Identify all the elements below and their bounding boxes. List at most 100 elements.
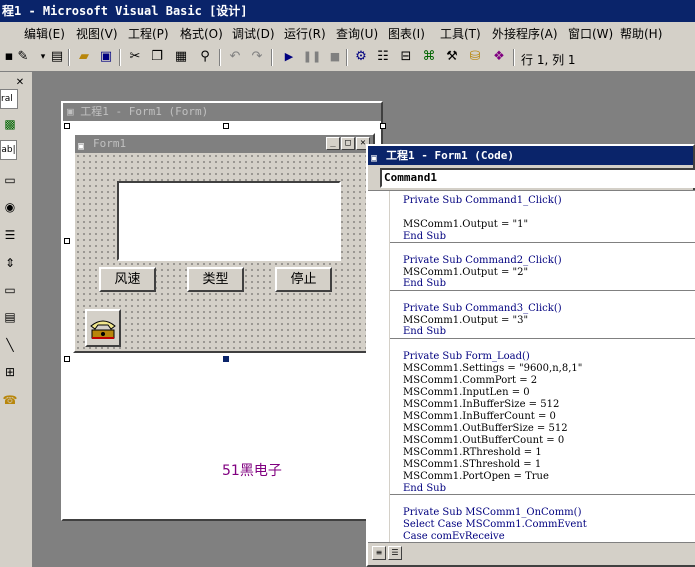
selection-handle[interactable] [64, 123, 70, 129]
mscomm-tool-icon[interactable]: ☎ [0, 390, 20, 410]
code-window-icon: ▣ [371, 153, 378, 164]
menu-edit[interactable]: 编辑(E) [24, 25, 65, 42]
listbox-icon[interactable]: ☰ [0, 225, 20, 245]
code-line: Private Sub Command3_Click() [403, 303, 562, 314]
code-line: End Sub [403, 326, 447, 337]
redo-icon[interactable]: ↷ [248, 48, 266, 66]
paste-icon[interactable]: ▦ [172, 48, 190, 66]
code-line: Private Sub Command2_Click() [403, 255, 562, 266]
form-designer-title: 工程1 - Form1 (Form) [80, 105, 209, 118]
toolbox-icon[interactable]: ⚒ [443, 48, 461, 66]
break-icon[interactable]: ❚❚ [303, 48, 321, 66]
minimize-button[interactable]: _ [326, 137, 340, 150]
menu-add-ins[interactable]: 外接程序(A) [492, 25, 558, 42]
form1-client-area: 风速 类型 停止 [75, 153, 373, 351]
toolbar-separator [119, 49, 121, 66]
toolbar-separator [68, 49, 70, 66]
menu-editor-icon[interactable]: ✎ [14, 48, 32, 66]
maximize-button[interactable]: □ [341, 137, 355, 150]
resize-handle[interactable] [223, 356, 229, 362]
code-line: End Sub [403, 231, 447, 242]
form-designer-title-bar: ▣ 工程1 - Form1 (Form) [63, 103, 381, 121]
code-margin [368, 191, 390, 542]
end-icon[interactable]: ■ [326, 48, 344, 66]
menu-view[interactable]: 视图(V) [76, 25, 118, 42]
data-view-icon[interactable]: ⛁ [466, 48, 484, 66]
code-line: MSComm1.InputLen = 0 [403, 387, 530, 398]
procedure-block: Private Sub Command2_Click() MSComm1.Out… [390, 243, 695, 291]
command3-button[interactable]: 停止 [275, 267, 332, 292]
copy-icon[interactable]: ❐ [148, 48, 166, 66]
new-form-icon[interactable]: ▤ [48, 48, 66, 66]
text1-textbox[interactable] [117, 181, 341, 261]
mscomm1-control[interactable] [85, 309, 121, 347]
menu-query[interactable]: 查询(U) [336, 25, 378, 42]
form1-window[interactable]: ▣ Form1 _ □ ✕ 风速 类型 停止 [73, 133, 375, 353]
code-line: MSComm1.OutBufferCount = 0 [403, 435, 565, 446]
drive-list-icon[interactable]: ▭ [0, 280, 20, 300]
code-line: End Sub [403, 278, 447, 289]
code-line: Private Sub Form_Load() [403, 351, 530, 362]
menu-debug[interactable]: 调试(D) [232, 25, 275, 42]
undo-icon[interactable]: ↶ [226, 48, 244, 66]
toolbar-separator [513, 49, 515, 66]
line-icon[interactable]: ╲ [0, 335, 20, 355]
toolbox-panel: ✕ ral ▩ ab| ▭ ◉ ☰ ⇕ ▭ ▤ ╲ ⊞ ☎ [0, 72, 33, 567]
toolbar-separator [219, 49, 221, 66]
properties-icon[interactable]: ☷ [374, 48, 392, 66]
selection-handle[interactable] [64, 238, 70, 244]
project-explorer-icon[interactable]: ⚙ [352, 48, 370, 66]
picture-box-icon[interactable]: ▩ [0, 114, 20, 134]
cut-icon[interactable]: ✂ [126, 48, 144, 66]
procedure-block: Private Sub MSComm1_OnComm() Select Case… [390, 495, 695, 542]
data-icon[interactable]: ⊞ [0, 362, 20, 382]
menu-format[interactable]: 格式(O) [180, 25, 223, 42]
toolbox-general-tab[interactable]: ral [0, 89, 18, 109]
code-line: Select Case MSComm1.CommEvent [403, 519, 587, 530]
vscroll-icon[interactable]: ⇕ [0, 253, 20, 273]
toolbar-separator [271, 49, 273, 66]
menu-diagram[interactable]: 图表(I) [388, 25, 425, 42]
object-dropdown[interactable]: Command1 [380, 168, 695, 188]
menu-help[interactable]: 帮助(H) [620, 25, 662, 42]
standard-toolbar: ▪ ✎ ▾ ▤ ▰ ▣ ✂ ❐ ▦ ⚲ ↶ ↷ ▶ ❚❚ ■ ⚙ ☷ ⊟ ⌘ ⚒… [0, 44, 695, 72]
code-line: MSComm1.SThreshold = 1 [403, 459, 542, 470]
app-title-bar: 程1 - Microsoft Visual Basic [设计] [0, 0, 695, 22]
code-editor[interactable]: Private Sub Command1_Click() MSComm1.Out… [368, 190, 695, 542]
option-button-icon[interactable]: ◉ [0, 197, 20, 217]
full-module-view-icon[interactable]: ☰ [388, 546, 402, 560]
telephone-icon [90, 320, 116, 339]
watermark-text: 51黑电子 [222, 463, 282, 479]
code-line: MSComm1.InBufferCount = 0 [403, 411, 556, 422]
selection-handle[interactable] [223, 123, 229, 129]
start-icon[interactable]: ▶ [280, 48, 298, 66]
code-line: MSComm1.PortOpen = True [403, 471, 549, 482]
command1-button[interactable]: 风速 [99, 267, 156, 292]
procedure-view-icon[interactable]: ≡ [372, 546, 386, 560]
menu-project[interactable]: 工程(P) [128, 25, 169, 42]
code-line: MSComm1.CommPort = 2 [403, 375, 538, 386]
menu-tools[interactable]: 工具(T) [440, 25, 481, 42]
file-list-icon[interactable]: ▤ [0, 307, 20, 327]
menu-window[interactable]: 窗口(W) [568, 25, 613, 42]
procedure-block: Private Sub Command1_Click() MSComm1.Out… [390, 191, 695, 243]
open-icon[interactable]: ▰ [75, 48, 93, 66]
find-icon[interactable]: ⚲ [196, 48, 214, 66]
command2-button[interactable]: 类型 [187, 267, 244, 292]
selection-handle[interactable] [380, 123, 386, 129]
textbox-tool-icon[interactable]: ab| [0, 140, 17, 160]
app-title: 程1 - Microsoft Visual Basic [设计] [2, 4, 248, 18]
save-icon[interactable]: ▣ [97, 48, 115, 66]
menu-bar: 编辑(E) 视图(V) 工程(P) 格式(O) 调试(D) 运行(R) 查询(U… [0, 22, 695, 44]
component-manager-icon[interactable]: ❖ [490, 48, 508, 66]
code-window[interactable]: ▣ 工程1 - Form1 (Code) Command1 Private Su… [366, 144, 695, 567]
object-browser-icon[interactable]: ⌘ [420, 48, 438, 66]
form-designer-window[interactable]: ▣ 工程1 - Form1 (Form) ▣ Form1 _ □ ✕ 风速 类型… [61, 101, 383, 521]
code-line: Case comEvReceive [403, 531, 505, 542]
form1-title: Form1 [93, 137, 127, 150]
selection-handle[interactable] [64, 356, 70, 362]
code-line: MSComm1.RThreshold = 1 [403, 447, 542, 458]
menu-run[interactable]: 运行(R) [284, 25, 326, 42]
command-button-icon[interactable]: ▭ [0, 170, 20, 190]
form-layout-icon[interactable]: ⊟ [397, 48, 415, 66]
